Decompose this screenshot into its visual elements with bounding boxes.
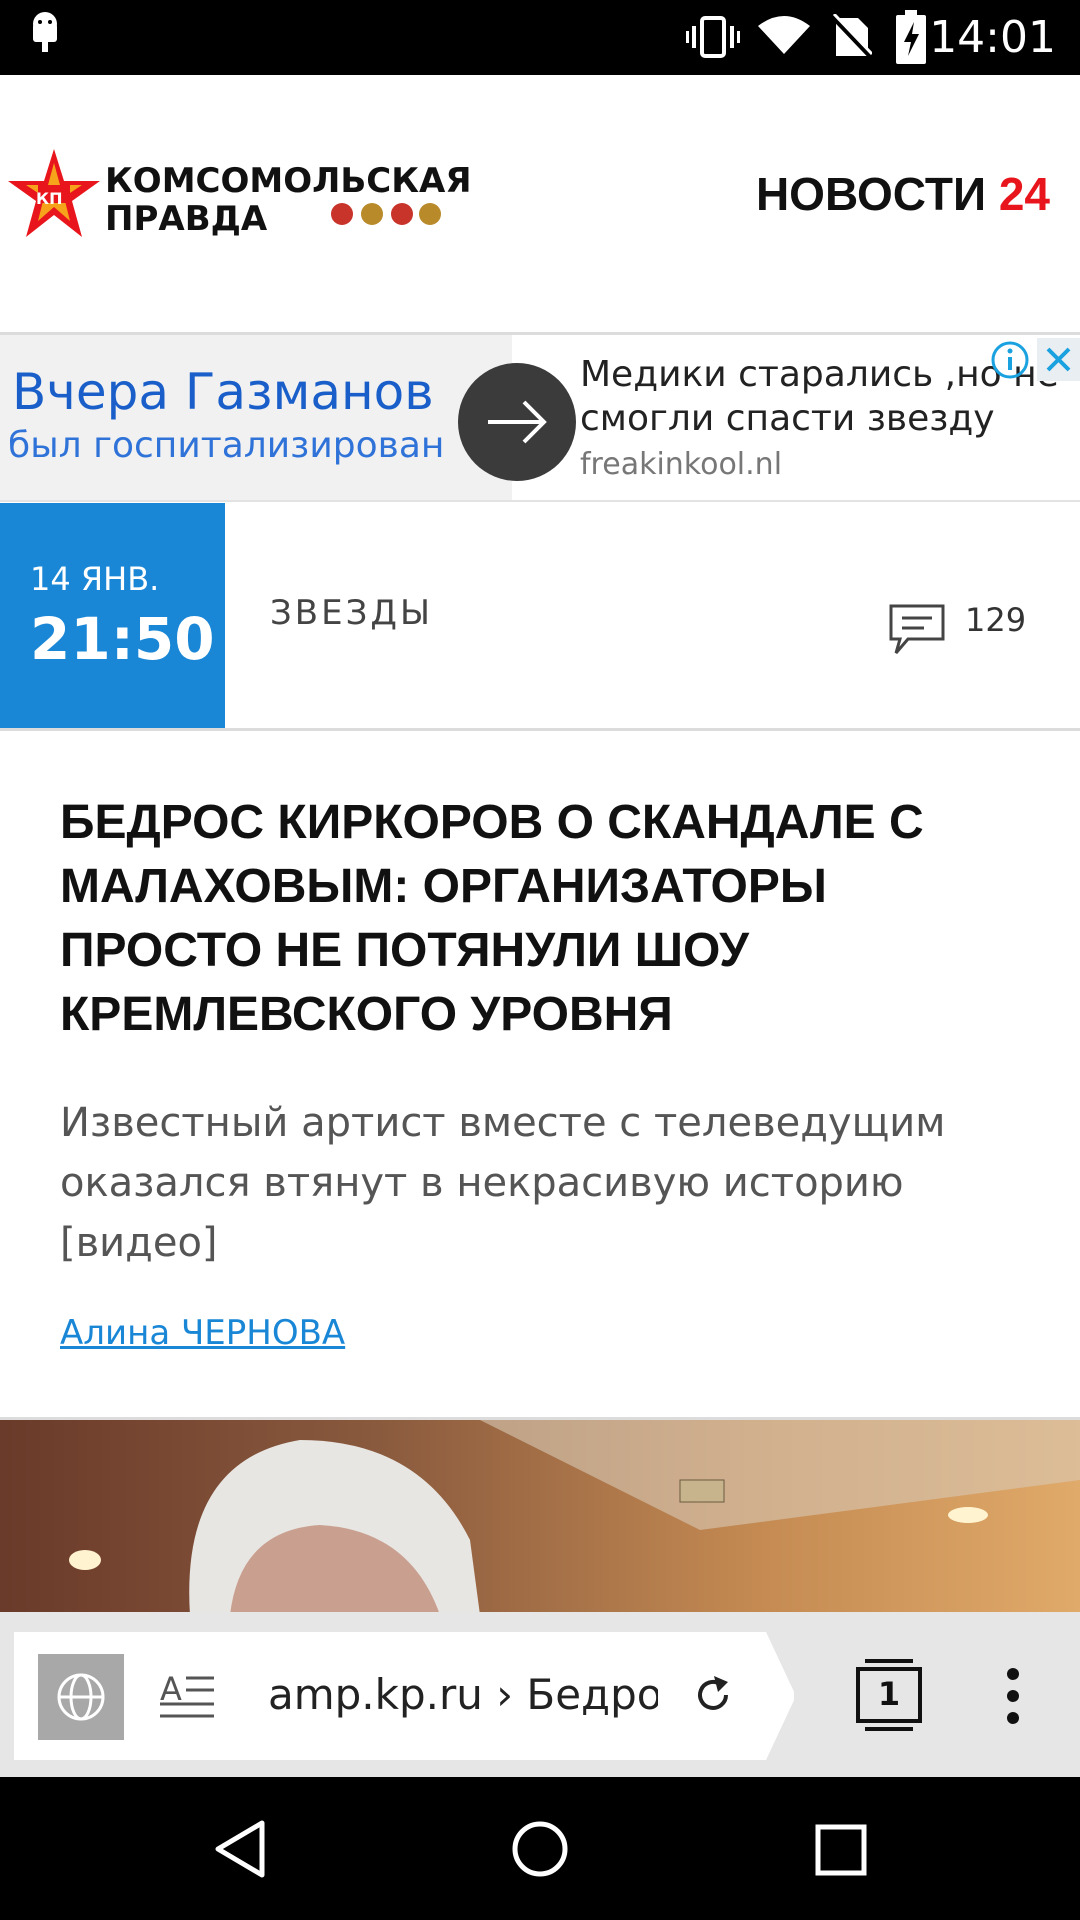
svg-text:A: A [160, 1670, 182, 1708]
status-bar: 14:01 [0, 0, 1080, 75]
wifi-icon [758, 16, 810, 54]
status-time: 14:01 [929, 12, 1056, 63]
globe-icon [57, 1673, 105, 1721]
site-info-button[interactable] [38, 1654, 124, 1740]
author-link[interactable]: Алина ЧЕРНОВА [60, 1313, 345, 1353]
ad-right-text: Медики старались ,но не смогли спасти зв… [580, 353, 1060, 441]
orders-icon [331, 203, 441, 225]
home-icon[interactable] [510, 1819, 570, 1879]
article-meta: 14 ЯНВ. 21:50 ЗВЕЗДЫ 129 [0, 503, 1080, 731]
reload-icon[interactable] [690, 1672, 736, 1718]
article-header: БЕДРОС КИРКОРОВ О СКАНДАЛЕ С МАЛАХОВЫМ: … [0, 731, 1080, 1417]
reader-mode-icon[interactable]: A [160, 1670, 216, 1722]
close-icon [1046, 347, 1071, 372]
comments-count[interactable]: 129 [965, 601, 1026, 639]
tab-count: 1 [877, 1675, 901, 1713]
vibrate-icon [686, 16, 740, 58]
recents-icon[interactable] [814, 1823, 868, 1877]
publish-date: 14 ЯНВ. [30, 560, 160, 598]
menu-icon[interactable] [1000, 1666, 1026, 1726]
site-header: КП КОМСОМОЛЬСКАЯ ПРАВДА НОВОСТИ 24 [0, 75, 1080, 335]
logo-badge: КП [36, 189, 63, 208]
ad-right-line-2: смогли спасти звезду [580, 398, 995, 439]
ad-close-button[interactable] [1037, 338, 1080, 381]
browser-toolbar: A amp.kp.ru › Бедрос 1 [0, 1612, 1080, 1777]
no-sim-icon [832, 14, 872, 60]
ad-arrow-button[interactable] [458, 363, 576, 481]
news-number: 24 [998, 168, 1050, 220]
ad-banner[interactable]: Вчера Газманов был госпитализирован Меди… [0, 335, 1080, 502]
logo-line-1: КОМСОМОЛЬСКАЯ [105, 161, 472, 201]
news-label: НОВОСТИ [755, 168, 987, 220]
ad-subheadline: был госпитализирован [8, 425, 445, 466]
article-title: БЕДРОС КИРКОРОВ О СКАНДАЛЕ С МАЛАХОВЫМ: … [60, 796, 924, 1041]
battery-icon [896, 10, 926, 64]
ad-info-icon[interactable] [990, 340, 1030, 380]
comments-icon[interactable] [888, 603, 946, 657]
arrow-right-icon [488, 400, 547, 444]
url-text[interactable]: amp.kp.ru › Бедрос [268, 1670, 658, 1719]
back-icon[interactable] [212, 1819, 268, 1879]
publish-time: 21:50 [30, 605, 215, 673]
article-photo [0, 1417, 1080, 1615]
navigation-bar [0, 1777, 1080, 1920]
ad-right-line-1: Медики старались ,но не [580, 354, 1059, 395]
category-link[interactable]: ЗВЕЗДЫ [270, 593, 433, 633]
date-box: 14 ЯНВ. 21:50 [0, 503, 225, 728]
ad-headline: Вчера Газманов [12, 363, 434, 421]
ad-left-panel[interactable]: Вчера Газманов был госпитализирован [0, 335, 512, 500]
android-icon [33, 12, 57, 52]
ad-domain: freakinkool.nl [580, 447, 783, 482]
article-lead: Известный артист вместе с телеведущим ок… [60, 1100, 946, 1266]
news24-link[interactable]: НОВОСТИ 24 [756, 167, 1050, 221]
photo-image [0, 1420, 1080, 1615]
